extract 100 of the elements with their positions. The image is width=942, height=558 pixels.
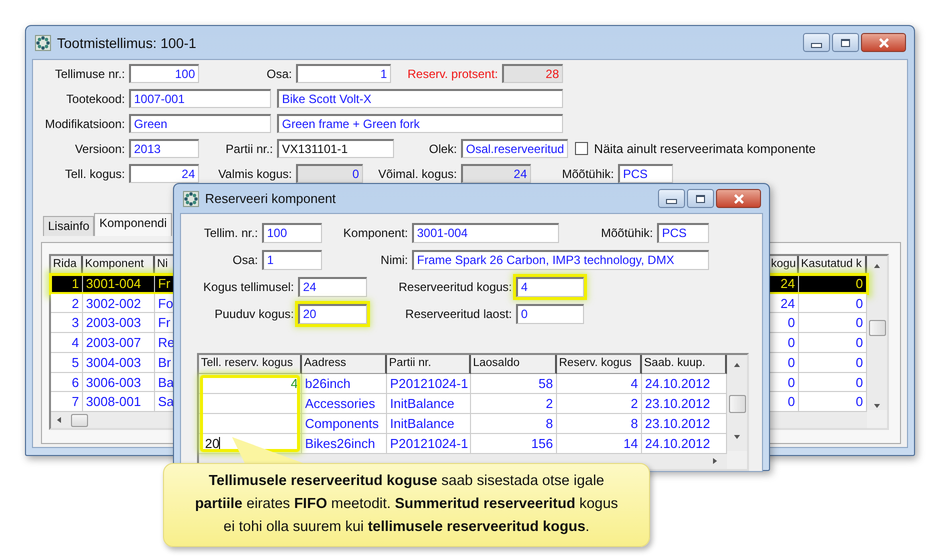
input-field[interactable]: Bike Scott Volt-X <box>277 89 563 108</box>
table-cell[interactable]: 0 <box>799 372 867 392</box>
input-field[interactable]: 24 <box>461 164 531 183</box>
down-arrow-icon <box>873 402 881 410</box>
input-field[interactable]: PCS <box>618 164 673 183</box>
table-cell[interactable]: 0 <box>799 352 867 373</box>
input-field[interactable]: 1007-001 <box>129 89 271 108</box>
table-cell[interactable]: 0 <box>799 333 867 353</box>
table-cell[interactable]: 0 <box>769 392 799 412</box>
table-cell[interactable]: 5 <box>51 352 83 373</box>
vertical-scrollbar[interactable] <box>727 355 747 451</box>
table-cell[interactable]: 0 <box>769 313 799 334</box>
table-cell[interactable]: 3002-002 <box>83 294 155 314</box>
table-cell[interactable]: 2003-003 <box>83 313 155 334</box>
table-cell[interactable]: 4 <box>51 333 83 353</box>
maximize-button[interactable] <box>832 33 859 52</box>
app-icon <box>35 34 51 50</box>
field-label: Tell. kogus: <box>64 166 125 180</box>
input-field[interactable]: Green <box>129 114 271 133</box>
table-cell[interactable]: 3006-003 <box>83 372 155 392</box>
table-cell: 156 <box>471 434 557 454</box>
table-cell: b26inch <box>302 374 387 394</box>
table-cell[interactable]: 3 <box>51 313 83 334</box>
down-arrow-icon <box>733 433 741 441</box>
table-cell: P20121024-1 <box>387 374 471 394</box>
input-field[interactable]: 24 <box>129 164 199 183</box>
table-cell[interactable]: 0 <box>769 352 799 373</box>
scroll-thumb[interactable] <box>868 320 886 336</box>
table-cell[interactable]: 0 <box>799 313 867 334</box>
table-cell: 24.10.2012 <box>642 374 727 394</box>
left-arrow-icon <box>55 416 63 424</box>
field-label: Mõõtühik: <box>600 226 653 240</box>
table-cell: 2 <box>557 394 642 414</box>
input-field[interactable]: 100 <box>129 64 199 83</box>
table-cell[interactable]: 3004-003 <box>83 352 155 373</box>
table-cell[interactable]: 0 <box>799 294 867 314</box>
input-field[interactable]: 0 <box>516 304 584 324</box>
table-cell[interactable]: 3008-001 <box>83 392 155 412</box>
column-header[interactable]: Kasutatud k <box>799 256 867 274</box>
field-label: Modifikatsioon: <box>44 116 125 130</box>
input-field[interactable]: PCS <box>657 223 709 243</box>
window-title: Reserveeri komponent <box>205 191 337 206</box>
field-label: Olek: <box>428 142 457 156</box>
column-header[interactable]: Aadress <box>302 355 387 374</box>
table-cell[interactable]: 0 <box>769 372 799 392</box>
input-field[interactable]: 0 <box>296 164 363 183</box>
input-field[interactable]: 100 <box>262 223 322 243</box>
column-header[interactable]: Rida <box>51 256 83 274</box>
field-label: Partii nr.: <box>224 142 273 156</box>
close-button[interactable] <box>861 33 906 52</box>
scroll-thumb[interactable] <box>71 414 88 427</box>
vertical-scrollbar[interactable] <box>867 256 887 410</box>
table-cell: 8 <box>471 414 557 434</box>
input-field[interactable]: 24 <box>298 277 367 297</box>
column-header[interactable]: kogu <box>769 256 799 274</box>
input-field[interactable]: VX131101-1 <box>277 139 394 158</box>
input-field[interactable]: 20 <box>298 304 367 324</box>
table-cell: 4 <box>557 374 642 394</box>
column-header[interactable]: Partii nr. <box>387 355 471 374</box>
table-cell: 8 <box>557 414 642 434</box>
table-cell[interactable]: 0 <box>769 333 799 353</box>
column-header[interactable]: Komponent <box>83 256 155 274</box>
input-field[interactable]: Frame Spark 26 Carbon, IMP3 technology, DMX <box>412 250 709 270</box>
field-label: Osa: <box>266 66 292 80</box>
maximize-button[interactable] <box>687 189 714 208</box>
table-cell[interactable]: 2 <box>51 294 83 314</box>
column-header[interactable]: Reserv. kogus <box>557 355 642 374</box>
field-label: Puuduv kogus: <box>214 307 294 321</box>
field-label: Nimi: <box>380 253 408 267</box>
tab[interactable]: Komponendi <box>94 213 172 236</box>
close-icon <box>878 38 890 48</box>
table-cell[interactable]: 7 <box>51 392 83 412</box>
callout-bubble: Tellimusele reserveeritud koguse saab sisestada otse igale partiile eirates FIFO meetodit. Summeritud reserveeritud kogus ei tohi olla suurem kui tellimusele reserveeritud kogus. <box>163 463 650 547</box>
input-field[interactable]: Green frame + Green fork <box>277 114 563 133</box>
field-label: Tellim. nr.: <box>202 226 258 240</box>
table-cell: Accessories <box>302 394 387 414</box>
field-label: Valmis kogus: <box>217 166 292 180</box>
input-field[interactable]: 1 <box>296 64 391 83</box>
input-field[interactable]: 1 <box>262 250 322 270</box>
column-header[interactable]: Tell. reserv. kogus <box>199 355 302 374</box>
table-cell[interactable]: 24 <box>769 294 799 314</box>
input-field[interactable]: 4 <box>516 277 584 297</box>
checkbox[interactable] <box>575 142 588 155</box>
field-label: Kogus tellimusel: <box>202 280 294 294</box>
table-cell[interactable]: 6 <box>51 372 83 392</box>
input-field[interactable]: 3001-004 <box>412 223 559 243</box>
column-header[interactable]: Saab. kuup. <box>642 355 727 374</box>
input-field[interactable]: 2013 <box>129 139 199 158</box>
minimize-button[interactable] <box>658 189 685 208</box>
table-cell: P20121024-1 <box>387 434 471 454</box>
table-cell[interactable]: 2003-007 <box>83 333 155 353</box>
table-cell[interactable]: 0 <box>799 392 867 412</box>
field-label: Komponent: <box>342 226 408 240</box>
close-button[interactable] <box>716 189 761 208</box>
scroll-thumb[interactable] <box>728 395 746 413</box>
tab[interactable]: Lisainfo <box>43 216 94 236</box>
column-header[interactable]: Laosaldo <box>471 355 557 374</box>
input-field[interactable]: Osal.reserveeritud <box>461 139 568 158</box>
minimize-button[interactable] <box>803 33 830 52</box>
table-cell: InitBalance <box>387 414 471 434</box>
